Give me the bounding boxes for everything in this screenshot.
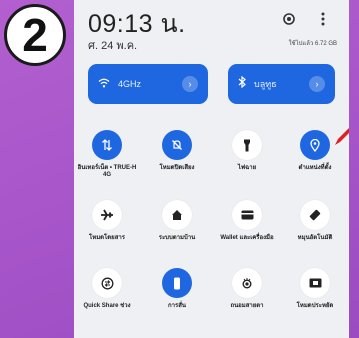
wallet-icon [232, 200, 262, 230]
toggle-label: Wallet และเครื่องมือ [220, 235, 274, 241]
bluetooth-icon [238, 75, 246, 93]
step-number-badge: 2 [4, 4, 66, 66]
airplane-icon [92, 200, 122, 230]
toggle-label: ไฟฉาย [237, 165, 257, 171]
flashlight-icon [232, 130, 262, 160]
toggle-label: อินเทอร์เน็ต • TRUE-H 4G [77, 165, 137, 178]
toggle-label: การสั่น [168, 303, 186, 309]
wifi-tile[interactable]: 4GHz › [88, 64, 208, 104]
quick-settings-panel: 09:13 น. ศ. 24 พ.ค. ใช้ไปแล้ว 6.72 GB 4G… [74, 0, 349, 338]
eye-comfort-icon [232, 268, 262, 298]
wifi-tile-label: 4GHz [118, 79, 142, 89]
settings-gear-icon[interactable] [280, 10, 298, 28]
mute-bell-icon [162, 130, 192, 160]
auto-rotate-icon [300, 200, 330, 230]
vibrate-icon [162, 268, 192, 298]
more-options-icon[interactable] [314, 10, 332, 28]
toggle-quick-share[interactable]: Quick Share ช่วง [74, 268, 140, 310]
bluetooth-tile-label: บลูทูธ [254, 79, 277, 89]
toggle-power-saving[interactable]: โหมดประหยัด [282, 268, 348, 310]
toggle-eye-comfort[interactable]: ถนอมสายตา [214, 268, 280, 310]
toggle-mute[interactable]: โหมดปิดเสียง [144, 130, 210, 172]
quick-share-icon [92, 268, 122, 298]
chevron-right-icon[interactable]: › [309, 76, 325, 92]
power-saving-icon [300, 268, 330, 298]
toggle-label: ถนอมสายตา [230, 303, 264, 309]
toggle-mobile-data[interactable]: อินเทอร์เน็ต • TRUE-H 4G [74, 130, 140, 179]
toggle-vibrate[interactable]: การสั่น [144, 268, 210, 310]
toggle-label: Quick Share ช่วง [83, 303, 131, 309]
toggle-wallet[interactable]: Wallet และเครื่องมือ [214, 200, 280, 242]
home-icon [162, 200, 192, 230]
toggle-label: ระบบตามบ้าน [158, 235, 196, 241]
toggle-label: โหมดปิดเสียง [159, 165, 195, 171]
chevron-right-icon[interactable]: › [182, 76, 198, 92]
storage-usage: ใช้ไปแล้ว 6.72 GB [288, 41, 337, 47]
mobile-data-icon [92, 130, 122, 160]
status-date: ศ. 24 พ.ค. [88, 40, 138, 52]
toggle-label: ตำแหน่งที่ตั้ง [298, 165, 332, 171]
toggle-flashlight[interactable]: ไฟฉาย [214, 130, 280, 172]
pointer-arrow-icon [335, 128, 349, 145]
wifi-icon [98, 75, 110, 93]
location-icon [300, 130, 330, 160]
toggle-airplane[interactable]: โหมดโดยสาร [74, 200, 140, 242]
toggle-label: หมุนอัตโนมัติ [297, 235, 333, 241]
toggle-home[interactable]: ระบบตามบ้าน [144, 200, 210, 242]
toggle-label: โหมดโดยสาร [89, 235, 125, 241]
toggle-label: โหมดประหยัด [296, 303, 334, 309]
bluetooth-tile[interactable]: บลูทูธ › [228, 64, 335, 104]
toggle-auto-rotate[interactable]: หมุนอัตโนมัติ [282, 200, 348, 242]
